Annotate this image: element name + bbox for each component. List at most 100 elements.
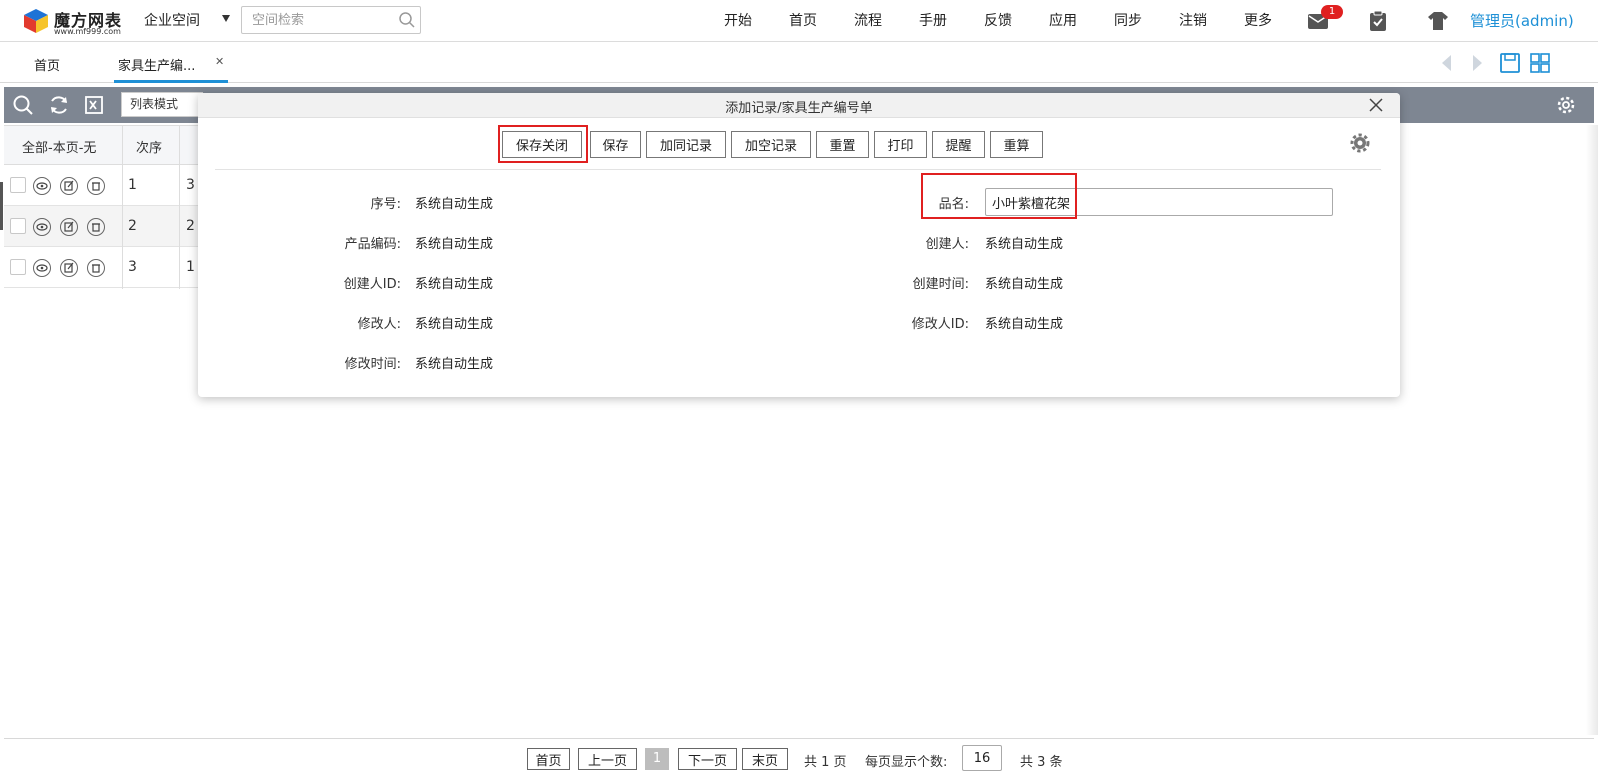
column-divider bbox=[122, 125, 123, 289]
grid-layout-icon[interactable] bbox=[1529, 52, 1551, 74]
current-page: 1 bbox=[645, 748, 669, 770]
partial-cell: 2 bbox=[186, 218, 195, 234]
excel-icon[interactable] bbox=[83, 94, 105, 116]
app-logo[interactable]: 魔方网表 www.mf999.com bbox=[20, 3, 121, 39]
arrow-left-icon[interactable] bbox=[1436, 52, 1458, 74]
recalculate-button[interactable]: 重算 bbox=[990, 131, 1043, 158]
scroll-edge bbox=[1586, 125, 1598, 735]
close-icon[interactable] bbox=[1368, 97, 1384, 113]
nav-home[interactable]: 首页 bbox=[789, 10, 817, 30]
edit-icon[interactable] bbox=[59, 217, 79, 237]
save-close-button[interactable]: 保存关闭 bbox=[502, 131, 582, 158]
view-mode-select[interactable]: 列表模式 bbox=[121, 92, 203, 117]
table-row[interactable]: 3 1 bbox=[4, 247, 200, 288]
row-checkbox[interactable] bbox=[10, 177, 26, 193]
select-scope-header[interactable]: 全部-本页-无 bbox=[22, 137, 96, 156]
product-code-label: 产品编码: bbox=[344, 237, 401, 252]
top-header: 魔方网表 www.mf999.com 企业空间 开始 首页 流程 手册 反馈 应… bbox=[0, 0, 1598, 42]
view-eye-icon[interactable] bbox=[32, 217, 52, 237]
save-layout-icon[interactable] bbox=[1499, 52, 1521, 74]
space-select[interactable]: 企业空间 bbox=[144, 10, 200, 30]
pager-divider bbox=[4, 738, 1594, 739]
nav-feedback[interactable]: 反馈 bbox=[984, 10, 1012, 30]
row-checkbox[interactable] bbox=[10, 259, 26, 275]
arrow-right-icon[interactable] bbox=[1466, 52, 1488, 74]
prev-page-button[interactable]: 上一页 bbox=[578, 748, 637, 770]
edit-icon[interactable] bbox=[59, 176, 79, 196]
cube-logo-icon bbox=[24, 9, 48, 33]
space-search-input[interactable] bbox=[241, 6, 421, 34]
modifier-id-label: 修改人ID: bbox=[911, 317, 969, 332]
order-column-header[interactable]: 次序 bbox=[136, 137, 162, 156]
reset-button[interactable]: 重置 bbox=[816, 131, 869, 158]
nav-apps[interactable]: 应用 bbox=[1049, 10, 1077, 30]
partial-cell: 3 bbox=[186, 177, 195, 193]
nav-more[interactable]: 更多 bbox=[1244, 10, 1272, 30]
user-menu[interactable]: 管理员(admin) bbox=[1470, 10, 1574, 31]
add-record-dialog: 添加记录/家具生产编号单 保存关闭 保存 加同记录 加空记录 重置 打印 提醒 … bbox=[198, 93, 1400, 397]
chevron-down-icon[interactable] bbox=[222, 15, 230, 22]
page-size-label: 每页显示个数: bbox=[865, 755, 948, 770]
product-name-label: 品名: bbox=[938, 197, 969, 212]
view-eye-icon[interactable] bbox=[32, 176, 52, 196]
shirt-icon[interactable] bbox=[1426, 9, 1450, 33]
view-eye-icon[interactable] bbox=[32, 258, 52, 278]
nav-manual[interactable]: 手册 bbox=[919, 10, 947, 30]
tab-bar: 首页 家具生产编... ✕ bbox=[0, 43, 1598, 83]
mail-count-badge: 1 bbox=[1321, 5, 1343, 19]
gear-icon[interactable] bbox=[1555, 94, 1577, 116]
table-row[interactable]: 1 3 bbox=[4, 165, 200, 206]
gear-icon[interactable] bbox=[1348, 131, 1372, 155]
modifier-label: 修改人: bbox=[357, 317, 401, 332]
page-size-input[interactable] bbox=[962, 745, 1002, 771]
tab-close-icon[interactable]: ✕ bbox=[215, 55, 224, 68]
refresh-icon[interactable] bbox=[48, 94, 70, 116]
seq-label: 序号: bbox=[370, 197, 401, 212]
modified-time-label: 修改时间: bbox=[344, 357, 401, 372]
nav-start[interactable]: 开始 bbox=[724, 10, 752, 30]
created-time-label: 创建时间: bbox=[912, 277, 969, 292]
nav-logout[interactable]: 注销 bbox=[1179, 10, 1207, 30]
dialog-header: 添加记录/家具生产编号单 bbox=[198, 93, 1400, 118]
active-tab-indicator bbox=[114, 80, 228, 83]
creator-id-value: 系统自动生成 bbox=[415, 277, 494, 292]
modifier-id-value: 系统自动生成 bbox=[985, 317, 1064, 332]
row-checkbox[interactable] bbox=[10, 218, 26, 234]
modified-time-value: 系统自动生成 bbox=[415, 357, 494, 372]
dialog-title: 添加记录/家具生产编号单 bbox=[725, 101, 873, 116]
delete-trash-icon[interactable] bbox=[86, 176, 106, 196]
tab-home[interactable]: 首页 bbox=[34, 55, 60, 74]
search-icon[interactable] bbox=[398, 11, 416, 29]
order-cell: 1 bbox=[128, 177, 137, 193]
dialog-divider bbox=[215, 169, 1381, 170]
add-empty-record-button[interactable]: 加空记录 bbox=[731, 131, 811, 158]
edit-icon[interactable] bbox=[59, 258, 79, 278]
creator-id-label: 创建人ID: bbox=[343, 277, 401, 292]
first-page-button[interactable]: 首页 bbox=[527, 748, 570, 770]
creator-value: 系统自动生成 bbox=[985, 237, 1064, 252]
table-row[interactable]: 2 2 bbox=[4, 206, 200, 247]
delete-trash-icon[interactable] bbox=[86, 258, 106, 278]
creator-label: 创建人: bbox=[925, 237, 969, 252]
modifier-value: 系统自动生成 bbox=[415, 317, 494, 332]
delete-trash-icon[interactable] bbox=[86, 217, 106, 237]
next-page-button[interactable]: 下一页 bbox=[678, 748, 737, 770]
tab-furniture-production[interactable]: 家具生产编... bbox=[118, 55, 195, 74]
add-same-record-button[interactable]: 加同记录 bbox=[646, 131, 726, 158]
clipboard-check-icon[interactable] bbox=[1366, 9, 1390, 33]
last-page-button[interactable]: 末页 bbox=[742, 748, 788, 770]
page-count-text: 共 1 页 bbox=[804, 755, 847, 770]
sidebar-handle[interactable] bbox=[0, 182, 3, 230]
column-divider bbox=[179, 125, 180, 289]
print-button[interactable]: 打印 bbox=[874, 131, 927, 158]
product-name-input[interactable] bbox=[985, 188, 1333, 216]
order-cell: 2 bbox=[128, 218, 137, 234]
remind-button[interactable]: 提醒 bbox=[932, 131, 985, 158]
order-cell: 3 bbox=[128, 259, 137, 275]
partial-cell: 1 bbox=[186, 259, 195, 275]
nav-workflow[interactable]: 流程 bbox=[854, 10, 882, 30]
nav-sync[interactable]: 同步 bbox=[1114, 10, 1142, 30]
logo-url: www.mf999.com bbox=[54, 27, 121, 36]
save-button[interactable]: 保存 bbox=[590, 131, 641, 158]
search-icon[interactable] bbox=[12, 94, 34, 116]
